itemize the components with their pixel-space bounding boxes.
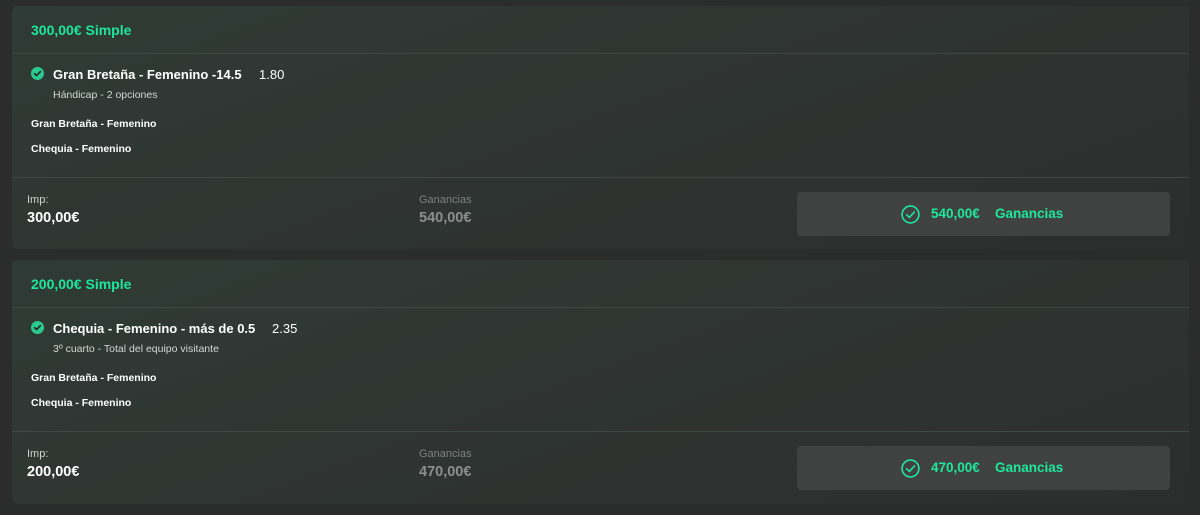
selection-odds: 1.80 <box>259 67 285 82</box>
bet-selection: Chequia - Femenino - más de 0.5 2.35 3º … <box>12 308 1189 431</box>
bet-history: 300,00€ Simple Gran Bretaña - Femenino -… <box>0 0 1200 515</box>
winnings-amount: 470,00€ <box>931 460 980 475</box>
event-team-away: Chequia - Femenino <box>31 143 132 155</box>
bet-card-header[interactable]: 200,00€ Simple <box>12 260 1189 308</box>
winnings-label: Ganancias <box>995 206 1064 221</box>
check-circle-icon <box>901 205 920 224</box>
selection-odds: 2.35 <box>272 321 298 336</box>
bet-title: 200,00€ Simple <box>31 276 132 292</box>
winnings-amount: 540,00€ <box>931 206 980 221</box>
stake-value: 300,00€ <box>27 210 80 226</box>
selection-name: Gran Bretaña - Femenino -14.5 <box>53 67 242 82</box>
selection-name: Chequia - Femenino - más de 0.5 <box>53 321 256 336</box>
potential-winnings-label: Ganancias <box>419 448 472 460</box>
bet-card[interactable]: 300,00€ Simple Gran Bretaña - Femenino -… <box>12 6 1189 249</box>
check-circle-icon <box>901 459 920 478</box>
stake-value: 200,00€ <box>27 464 80 480</box>
event-team-home: Gran Bretaña - Femenino <box>31 118 157 130</box>
potential-winnings-label: Ganancias <box>419 194 472 206</box>
event-team-away: Chequia - Femenino <box>31 397 132 409</box>
selection-won-check-icon <box>31 321 44 334</box>
selection-market: 3º cuarto - Total del equipo visitante <box>53 343 219 355</box>
selection-won-check-icon <box>31 67 44 80</box>
bet-card-footer: Imp: 200,00€ Ganancias 470,00€ 470,00€ G… <box>12 431 1189 504</box>
bet-selection: Gran Bretaña - Femenino -14.5 1.80 Hándi… <box>12 54 1189 177</box>
selection-market: Hándicap - 2 opciones <box>53 89 158 101</box>
stake-label: Imp: <box>27 194 49 206</box>
potential-winnings-value: 470,00€ <box>419 464 472 480</box>
winnings-result-box: 470,00€ Ganancias <box>797 446 1170 490</box>
bet-card-header[interactable]: 300,00€ Simple <box>12 6 1189 54</box>
winnings-label: Ganancias <box>995 460 1064 475</box>
winnings-result-box: 540,00€ Ganancias <box>797 192 1170 236</box>
bet-title: 300,00€ Simple <box>31 22 132 38</box>
potential-winnings-value: 540,00€ <box>419 210 472 226</box>
stake-label: Imp: <box>27 448 49 460</box>
bet-card[interactable]: 200,00€ Simple Chequia - Femenino - más … <box>12 260 1189 504</box>
bet-card-footer: Imp: 300,00€ Ganancias 540,00€ 540,00€ G… <box>12 177 1189 249</box>
event-team-home: Gran Bretaña - Femenino <box>31 372 157 384</box>
